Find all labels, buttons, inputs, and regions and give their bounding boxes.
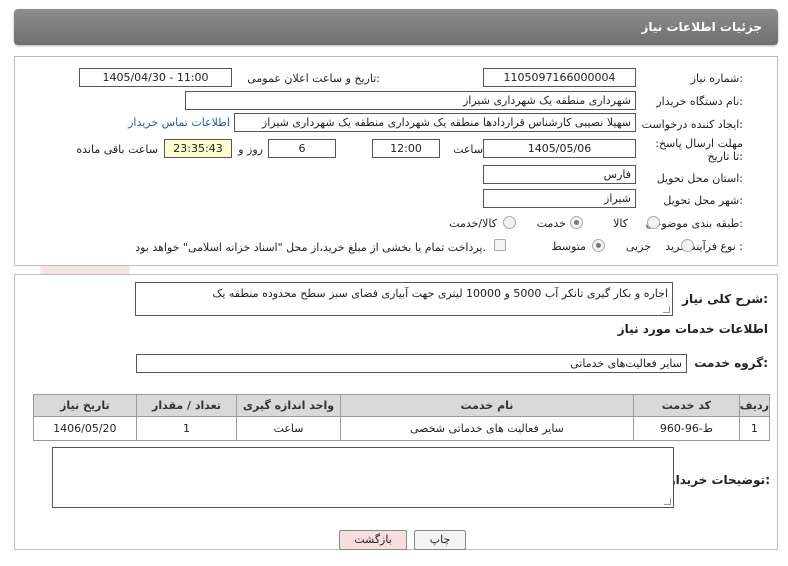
category-goods-radio[interactable] — [647, 216, 660, 229]
back-button[interactable]: بازگشت — [339, 530, 407, 550]
days-field: 6 — [268, 139, 336, 158]
process-minor-label: جزیی — [625, 240, 651, 253]
col-service-code: کد خدمت — [633, 394, 740, 417]
services-table: تاریخ نیاز تعداد / مقدار واحد اندازه گیر… — [33, 394, 771, 441]
service-group-field: سایر فعالیت‌های خدماتی — [136, 354, 687, 373]
col-qty: تعداد / مقدار — [135, 394, 238, 417]
service-group-label: گروه خدمت: — [694, 356, 768, 370]
buyer-contact-link[interactable]: اطلاعات تماس خریدار — [128, 116, 230, 129]
category-goods-service-label: کالا/خدمت — [449, 217, 497, 230]
need-number-label: شماره نیاز: — [690, 72, 743, 85]
process-medium-label: متوسط — [551, 240, 586, 253]
buyer-notes-field[interactable] — [52, 447, 674, 508]
city-field: شیراز — [483, 189, 636, 208]
cell-qty: 1 — [135, 416, 238, 441]
category-label: طبقه بندی موضوعی: — [645, 217, 743, 230]
province-field: فارس — [483, 165, 636, 184]
cell-unit: ساعت — [236, 416, 341, 441]
announce-field: 1405/04/30 - 11:00 — [79, 68, 232, 87]
cell-service-code: ط-96-960 — [633, 416, 740, 441]
deadline-time-label: ساعت — [453, 143, 483, 156]
announce-label: تاریخ و ساعت اعلان عمومی: — [247, 72, 380, 85]
buyer-notes-label: توضیحات خریدار: — [668, 473, 770, 487]
province-label: استان محل تحویل: — [656, 172, 743, 185]
cell-service-name: سایر فعالیت های خدماتی شخصی — [339, 416, 635, 441]
description-field[interactable]: اجاره و بکار گیری تانکر آب 5000 و 10000 … — [135, 282, 673, 316]
days-label: روز و — [238, 143, 263, 156]
treasury-payment-checkbox[interactable] — [494, 239, 506, 251]
deadline-label: مهلت ارسال پاسخ: تا تاریخ: — [655, 137, 743, 163]
category-goods-label: کالا — [613, 217, 628, 230]
remaining-label: ساعت باقی مانده — [76, 143, 158, 156]
process-label: نوع فرآیند خرید : — [665, 240, 743, 253]
need-number-field: 1105097166000004 — [483, 68, 636, 87]
treasury-payment-note: پرداخت تمام یا بخشی از مبلغ خرید،از محل … — [135, 241, 486, 254]
category-service-label: خدمت — [536, 217, 566, 230]
process-medium-radio[interactable] — [592, 239, 605, 252]
creator-label: ایجاد کننده درخواست: — [641, 118, 743, 131]
buyer-org-field: شهرداری منطقه یک شهرداری شیراز — [185, 91, 636, 110]
deadline-date-field: 1405/05/06 — [483, 139, 636, 158]
col-service-name: نام خدمت — [339, 394, 635, 417]
col-row: ردیف — [738, 394, 771, 417]
deadline-time-field: 12:00 — [372, 139, 440, 158]
process-minor-radio[interactable] — [681, 239, 694, 252]
page-header: جزئیات اطلاعات نیاز — [14, 9, 778, 45]
col-date: تاریخ نیاز — [33, 394, 137, 417]
cell-row: 1 — [738, 416, 771, 441]
table-header-row: تاریخ نیاز تعداد / مقدار واحد اندازه گیر… — [33, 394, 771, 417]
col-unit: واحد اندازه گیری — [236, 394, 341, 417]
city-label: شهر محل تحویل: — [663, 194, 743, 207]
creator-field: سهیلا نصیبی کارشناس قراردادها منطقه یک ش… — [234, 113, 636, 132]
print-button[interactable]: چاپ — [414, 530, 466, 550]
page-title: جزئیات اطلاعات نیاز — [641, 20, 762, 34]
remaining-time-field: 23:35:43 — [164, 139, 232, 158]
buyer-org-label: نام دستگاه خریدار: — [656, 95, 743, 108]
cell-date: 1406/05/20 — [33, 416, 137, 441]
description-label: شرح کلی نیاز: — [682, 292, 768, 306]
category-goods-service-radio[interactable] — [503, 216, 516, 229]
category-service-radio[interactable] — [570, 216, 583, 229]
table-row: 1406/05/20 1 ساعت سایر فعالیت های خدماتی… — [33, 416, 771, 441]
services-section-title: اطلاعات خدمات مورد نیاز — [617, 322, 768, 336]
